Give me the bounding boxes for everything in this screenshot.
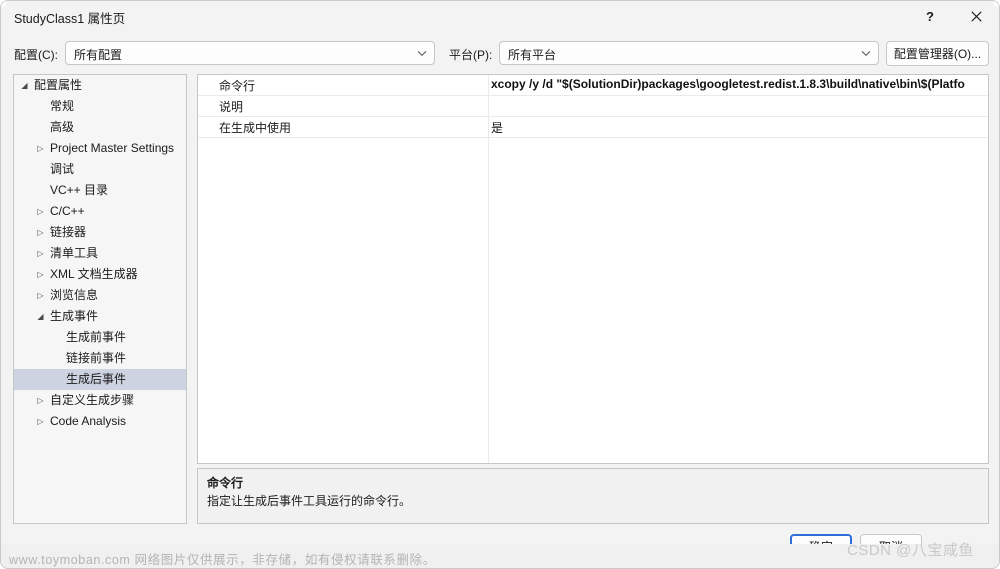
watermark-csdn: CSDN @八宝咸鱼 [847,542,974,559]
chevron-expanded-icon[interactable]: ◢ [34,306,47,327]
chevron-collapsed-icon[interactable]: ▷ [34,264,47,285]
tree-item[interactable]: ▷ 链接器 [14,222,186,243]
property-row[interactable]: 命令行 xcopy /y /d "$(SolutionDir)packages\g… [198,75,988,96]
corner-mask-tr [994,1,999,6]
chevron-collapsed-icon[interactable]: ▷ [34,201,47,222]
property-grid[interactable]: 命令行 xcopy /y /d "$(SolutionDir)packages\g… [197,74,989,464]
tree-item-label: 链接前事件 [66,351,127,365]
chevron-collapsed-icon[interactable]: ▷ [34,390,47,411]
description-body: 指定让生成后事件工具运行的命令行。 [207,494,412,508]
chevron-collapsed-icon[interactable]: ▷ [34,285,47,306]
configuration-label: 配置(C): [14,48,58,62]
watermark-bottom-text: www.toymoban.com 网络图片仅供展示，非存储，如有侵权请联系删除。 [9,553,436,567]
tree-item-label: 浏览信息 [50,288,99,302]
property-value[interactable]: 是 [491,119,986,136]
tree-item-label: 调试 [50,162,75,176]
tree-item[interactable]: ◢ 配置属性 [14,75,186,96]
tree-item[interactable]: 调试 [14,159,186,180]
tree-item[interactable]: ▷ 清单工具 [14,243,186,264]
property-row[interactable]: 说明 [198,96,988,117]
tree-item[interactable]: 高级 [14,117,186,138]
tree-item[interactable]: ▷ Code Analysis [14,411,186,432]
property-tree[interactable]: ◢ 配置属性 常规 高级 ▷ Project Master Settings 调试 VC++ … [13,74,187,524]
tree-item[interactable]: 生成后事件 [14,369,186,390]
tree-item-label: C/C++ [50,204,85,218]
tree-item-label: 生成事件 [50,309,99,323]
chevron-collapsed-icon[interactable]: ▷ [34,243,47,264]
platform-label: 平台(P): [449,48,493,62]
tree-item-label: 配置属性 [34,78,83,92]
description-panel: 命令行 指定让生成后事件工具运行的命令行。 [197,468,989,524]
title-bar: StudyClass1 属性页 ? [1,1,999,32]
tree-item-label: 生成前事件 [66,330,127,344]
tree-item[interactable]: 生成前事件 [14,327,186,348]
configuration-manager-button[interactable]: 配置管理器(O)... [886,41,989,66]
tree-item[interactable]: ▷ XML 文档生成器 [14,264,186,285]
tree-item-label: Code Analysis [50,414,127,428]
help-icon[interactable]: ? [907,1,953,32]
tree-item-label: 链接器 [50,225,87,239]
chevron-collapsed-icon[interactable]: ▷ [34,411,47,432]
tree-item[interactable]: ◢ 生成事件 [14,306,186,327]
tree-item[interactable]: VC++ 目录 [14,180,186,201]
property-pages-dialog: StudyClass1 属性页 ? 配置(C): 所有配置 平台(P): 所有平… [0,0,1000,569]
chevron-down-icon [861,51,871,57]
tree-item-label: XML 文档生成器 [50,267,138,281]
property-row[interactable]: 在生成中使用 是 [198,117,988,138]
property-name: 在生成中使用 [219,121,292,135]
tree-item-label: 自定义生成步骤 [50,393,135,407]
platform-value: 所有平台 [508,48,557,62]
tree-item-label: 高级 [50,120,75,134]
configuration-dropdown[interactable]: 所有配置 [65,41,435,65]
tree-item-label: Project Master Settings [50,141,175,155]
property-name: 说明 [219,100,244,114]
configuration-value: 所有配置 [74,48,123,62]
tree-item[interactable]: ▷ 浏览信息 [14,285,186,306]
tree-item-label: 生成后事件 [66,372,127,386]
property-name: 命令行 [219,79,256,93]
close-icon[interactable] [953,1,999,32]
tree-item[interactable]: 常规 [14,96,186,117]
tree-item[interactable]: ▷ Project Master Settings [14,138,186,159]
tree-item[interactable]: 链接前事件 [14,348,186,369]
property-value[interactable]: xcopy /y /d "$(SolutionDir)packages\goog… [491,77,986,91]
description-title: 命令行 [207,476,244,490]
platform-dropdown[interactable]: 所有平台 [499,41,879,65]
window-title: StudyClass1 属性页 [14,12,126,26]
chevron-expanded-icon[interactable]: ◢ [18,75,31,96]
chevron-down-icon [417,51,427,57]
chevron-collapsed-icon[interactable]: ▷ [34,138,47,159]
chevron-collapsed-icon[interactable]: ▷ [34,222,47,243]
tree-item[interactable]: ▷ C/C++ [14,201,186,222]
tree-item-label: VC++ 目录 [50,183,109,197]
tree-item[interactable]: ▷ 自定义生成步骤 [14,390,186,411]
corner-mask-tl [1,1,6,6]
tree-item-label: 清单工具 [50,246,99,260]
tree-item-label: 常规 [50,99,75,113]
